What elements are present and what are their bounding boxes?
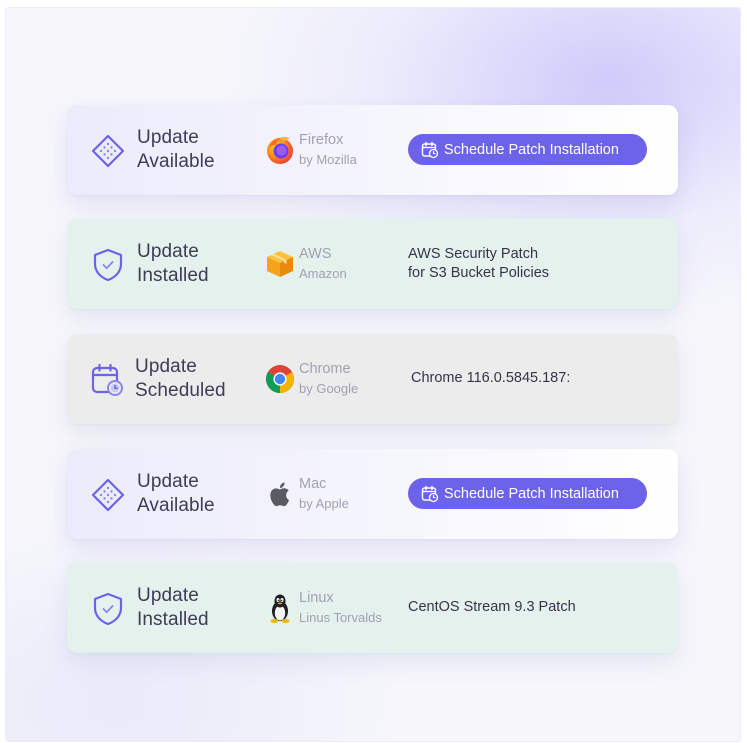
brand-name: Firefox — [299, 132, 344, 148]
brand-name: AWS — [299, 246, 332, 262]
status-line-1: Update — [137, 585, 199, 606]
calendar-clock-icon — [421, 485, 439, 502]
status-label: Update Available — [137, 126, 215, 174]
status-label: Update Available — [137, 470, 215, 518]
status-line-1: Update — [137, 241, 199, 262]
update-card-firefox: Update Available Firefox by Mozilla Sche… — [67, 105, 678, 195]
schedule-patch-button[interactable]: Schedule Patch Installation — [408, 134, 647, 165]
patch-description: Chrome 116.0.5845.187: — [411, 369, 570, 388]
status-line-2: Installed — [137, 265, 209, 286]
status-line-1: Update — [137, 127, 199, 148]
chrome-logo — [264, 363, 296, 395]
update-card-mac: Update Available Mac by Apple Schedule P… — [67, 449, 678, 539]
patch-description: AWS Security Patch for S3 Bucket Policie… — [408, 245, 549, 283]
status-label: Update Installed — [137, 240, 209, 288]
calendar-clock-icon — [421, 141, 439, 158]
update-card-chrome: Update Scheduled Chrome by Google Chrome… — [67, 334, 678, 424]
apple-logo — [264, 478, 296, 510]
patch-description-line-1: AWS Security Patch — [408, 246, 539, 262]
update-card-aws: Update Installed AWS Amazon AWS Security… — [67, 219, 678, 309]
patch-description-line-1: CentOS Stream 9.3 Patch — [408, 599, 576, 615]
schedule-patch-label: Schedule Patch Installation — [444, 485, 619, 502]
status-line-2: Available — [137, 495, 215, 516]
schedule-patch-label: Schedule Patch Installation — [444, 141, 619, 158]
brand-name: Mac — [299, 476, 327, 492]
brand-vendor: by Google — [299, 381, 359, 396]
shield-check-icon — [89, 246, 127, 284]
schedule-patch-button[interactable]: Schedule Patch Installation — [408, 478, 647, 509]
status-line-2: Available — [137, 151, 215, 172]
calendar-clock-icon — [89, 361, 127, 399]
brand-vendor: by Mozilla — [299, 152, 357, 167]
patch-description: CentOS Stream 9.3 Patch — [408, 598, 576, 617]
status-label: Update Installed — [137, 584, 209, 632]
brand-vendor: Amazon — [299, 266, 347, 281]
brand-name: Chrome — [299, 361, 351, 377]
status-line-1: Update — [137, 471, 199, 492]
tux-penguin-logo — [264, 592, 296, 624]
status-line-2: Installed — [137, 609, 209, 630]
aws-box-logo — [264, 248, 296, 280]
update-card-linux: Update Installed Linux Linus Torvalds Ce… — [67, 563, 678, 653]
patch-description-line-1: Chrome 116.0.5845.187: — [411, 370, 571, 386]
status-label: Update Scheduled — [135, 355, 226, 403]
patch-description-line-2: for S3 Bucket Policies — [408, 265, 550, 281]
brand-name: Linux — [299, 590, 334, 606]
diamond-icon — [89, 476, 127, 514]
diamond-icon — [89, 132, 127, 170]
status-line-1: Update — [135, 356, 197, 377]
shield-check-icon — [89, 590, 127, 628]
status-line-2: Scheduled — [135, 380, 226, 401]
brand-vendor: Linus Torvalds — [299, 610, 382, 625]
firefox-logo — [264, 134, 296, 166]
brand-vendor: by Apple — [299, 496, 349, 511]
